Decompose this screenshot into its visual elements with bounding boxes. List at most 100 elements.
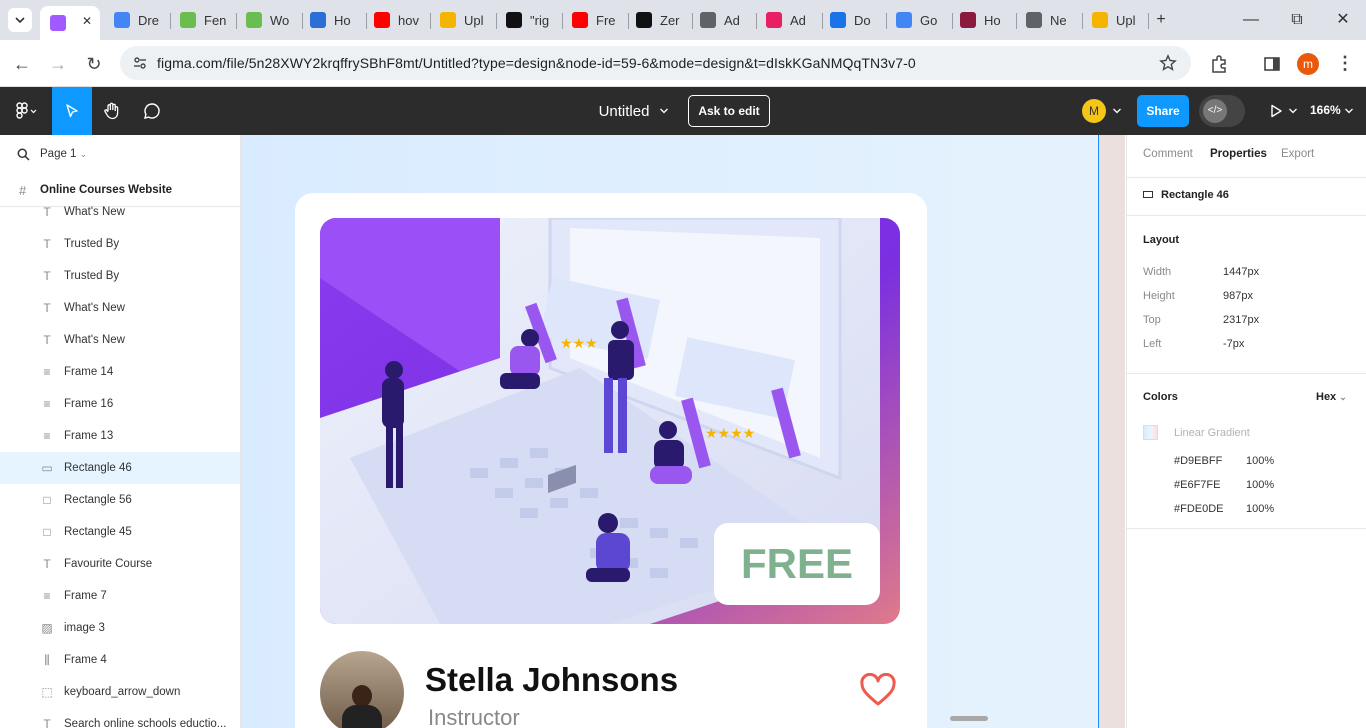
browser-menu-icon[interactable]: ⋮: [1336, 52, 1354, 76]
browser-tab[interactable]: Fen: [172, 6, 237, 34]
layer-row[interactable]: T What's New: [0, 324, 240, 356]
color-format-select[interactable]: Hex ⌄: [1316, 391, 1347, 403]
panel-tab-export[interactable]: Export: [1281, 148, 1314, 160]
layer-row[interactable]: ⫼ Frame 4: [0, 644, 240, 676]
close-window-button[interactable]: ✕: [1330, 8, 1356, 32]
layer-row[interactable]: ≡ Frame 13: [0, 420, 240, 452]
layer-row[interactable]: □ Rectangle 56: [0, 484, 240, 516]
browser-tab[interactable]: Zer: [628, 6, 693, 34]
instructor-avatar[interactable]: [320, 651, 404, 728]
layer-name: Rectangle 56: [64, 494, 132, 506]
browser-tab[interactable]: Wo: [238, 6, 303, 34]
tab-favicon-icon: [1092, 12, 1108, 28]
browser-tab[interactable]: Ad: [758, 6, 823, 34]
free-badge[interactable]: FREE: [714, 523, 880, 605]
site-settings-icon[interactable]: [132, 55, 148, 71]
chevron-down-icon[interactable]: [1288, 107, 1298, 115]
hand-tool-button[interactable]: [92, 87, 132, 135]
tab-title: Ho: [984, 12, 1001, 28]
minimize-button[interactable]: —: [1238, 8, 1264, 32]
search-icon[interactable]: [17, 148, 30, 161]
side-panel-icon[interactable]: [1263, 55, 1281, 73]
tab-title: Ad: [790, 12, 806, 28]
forward-button[interactable]: →: [46, 52, 70, 76]
star-icon[interactable]: [1159, 54, 1177, 72]
gradient-swatch[interactable]: [1143, 425, 1158, 440]
browser-tab[interactable]: Ne: [1018, 6, 1083, 34]
comment-tool-button[interactable]: [132, 87, 172, 135]
address-bar: ← → ↻ figma.com/file/5n28XWY2krqffrySBhF…: [0, 40, 1366, 87]
layer-row[interactable]: T What's New: [0, 292, 240, 324]
layer-row[interactable]: ▭ Rectangle 46: [0, 452, 240, 484]
layer-row[interactable]: T What's New: [0, 196, 240, 228]
zoom-level[interactable]: 166%: [1310, 103, 1341, 117]
layer-row[interactable]: ≡ Frame 16: [0, 388, 240, 420]
dev-mode-toggle[interactable]: </>: [1199, 95, 1245, 127]
back-button[interactable]: ←: [10, 52, 34, 76]
new-tab-button[interactable]: +: [1148, 8, 1174, 32]
layer-row[interactable]: T Trusted By: [0, 260, 240, 292]
reload-button[interactable]: ↻: [82, 52, 106, 76]
browser-tab[interactable]: Do: [822, 6, 887, 34]
close-tab-icon[interactable]: ✕: [82, 14, 92, 28]
extensions-icon[interactable]: [1209, 54, 1229, 74]
layout-value[interactable]: 1447px: [1223, 266, 1259, 278]
chevron-down-icon[interactable]: [1112, 107, 1122, 115]
layer-row[interactable]: ▨ image 3: [0, 612, 240, 644]
layout-value[interactable]: 2317px: [1223, 314, 1259, 326]
browser-tab[interactable]: Upl: [432, 6, 497, 34]
file-title-button[interactable]: Untitled: [594, 87, 674, 135]
stop-hex[interactable]: #FDE0DE: [1174, 503, 1224, 515]
heart-icon[interactable]: [859, 673, 897, 707]
course-card[interactable]: ★★★ ★★★★ FREE Stella Johnsons Instructor: [295, 193, 927, 728]
ask-to-edit-button[interactable]: Ask to edit: [688, 95, 770, 127]
page-selector[interactable]: Page 1 ⌄: [40, 148, 87, 160]
move-tool-button[interactable]: [52, 87, 92, 135]
layer-row[interactable]: □ Rectangle 45: [0, 516, 240, 548]
browser-tab[interactable]: Ho: [302, 6, 367, 34]
stop-hex[interactable]: #D9EBFF: [1174, 455, 1222, 467]
browser-tab[interactable]: Go: [888, 6, 953, 34]
panel-tab-comment[interactable]: Comment: [1143, 148, 1193, 160]
layer-row[interactable]: T Favourite Course: [0, 548, 240, 580]
layer-row[interactable]: ⬚ keyboard_arrow_down: [0, 676, 240, 708]
browser-tab[interactable]: hov: [366, 6, 431, 34]
profile-avatar[interactable]: m: [1297, 53, 1319, 75]
tab-search-button[interactable]: [8, 8, 32, 32]
browser-tab[interactable]: ✕: [40, 6, 100, 40]
stop-opacity[interactable]: 100%: [1246, 455, 1274, 467]
tab-title: Upl: [464, 12, 484, 28]
browser-tab[interactable]: Dre: [106, 6, 171, 34]
stop-opacity[interactable]: 100%: [1246, 503, 1274, 515]
browser-tab[interactable]: Ho: [952, 6, 1017, 34]
design-canvas[interactable]: ★★★ ★★★★ FREE Stella Johnsons Instructor: [241, 135, 1125, 728]
main-menu-button[interactable]: [8, 87, 44, 135]
layout-value[interactable]: -7px: [1223, 338, 1244, 350]
browser-tab[interactable]: Upl: [1084, 6, 1149, 34]
browser-tab[interactable]: Ad: [692, 6, 757, 34]
panel-tab-properties[interactable]: Properties: [1210, 148, 1267, 160]
chevron-down-icon[interactable]: [1344, 107, 1354, 115]
share-button[interactable]: Share: [1137, 95, 1189, 127]
browser-tab[interactable]: "rig: [498, 6, 563, 34]
course-hero-image[interactable]: ★★★ ★★★★ FREE: [320, 218, 900, 624]
tab-title: "rig: [530, 12, 550, 28]
user-avatar[interactable]: M: [1082, 99, 1106, 123]
layer-name: Frame 14: [64, 366, 114, 378]
stop-opacity[interactable]: 100%: [1246, 479, 1274, 491]
horizontal-scrollbar[interactable]: [950, 716, 988, 721]
url-field[interactable]: figma.com/file/5n28XWY2krqffrySBhF8mt/Un…: [120, 46, 1191, 80]
browser-tab[interactable]: Fre: [564, 6, 629, 34]
tab-separator: [1016, 13, 1017, 29]
layer-row[interactable]: T Trusted By: [0, 228, 240, 260]
layer-row[interactable]: ≡ Frame 7: [0, 580, 240, 612]
play-icon[interactable]: [1269, 104, 1283, 118]
layout-value[interactable]: 987px: [1223, 290, 1253, 302]
stop-hex[interactable]: #E6F7FE: [1174, 479, 1220, 491]
restore-button[interactable]: ⧉: [1284, 8, 1310, 32]
frame-layer-name[interactable]: Online Courses Website: [40, 184, 172, 196]
layer-row[interactable]: ≡ Frame 14: [0, 356, 240, 388]
canvas-gutter: [1099, 135, 1125, 728]
layer-name: keyboard_arrow_down: [64, 686, 181, 698]
layer-row[interactable]: T Search online schools eductio...: [0, 708, 240, 728]
